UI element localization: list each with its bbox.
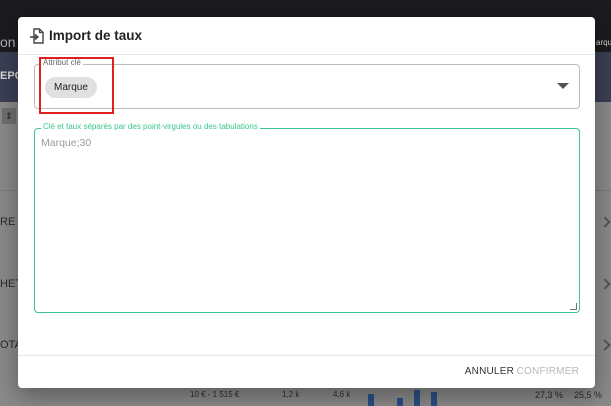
background-value: 25,5 % — [574, 390, 603, 400]
background-value: 10 € - 1 515 € — [190, 390, 240, 399]
background-value: 1,2 k — [282, 390, 300, 399]
sort-icon: ⇕ — [2, 108, 16, 124]
dialog-title: Import de taux — [49, 28, 143, 43]
background-mini-bar — [414, 390, 420, 406]
dialog-header: Import de taux — [18, 17, 595, 55]
rates-textarea[interactable] — [41, 137, 571, 307]
annotation-highlight-box — [39, 57, 114, 114]
key-attribute-select[interactable]: Attribut clé Marque — [34, 58, 580, 109]
background-title-fragment: on — [0, 34, 16, 50]
dialog-footer: ANNULER CONFIRMER — [18, 355, 595, 388]
background-value: 4,6 k — [333, 390, 351, 399]
rates-text-field: Clé et taux séparés par des point-virgul… — [34, 122, 580, 313]
background-header-fragment: arqu — [596, 38, 611, 47]
import-rates-dialog: Import de taux Attribut clé Marque Clé e… — [18, 17, 595, 388]
file-import-icon — [30, 27, 44, 44]
caret-down-icon[interactable] — [557, 83, 569, 89]
rates-text-label: Clé et taux séparés par des point-virgul… — [41, 122, 260, 131]
resize-handle-icon[interactable] — [570, 303, 577, 310]
confirm-button[interactable]: CONFIRMER — [517, 366, 579, 377]
background-mini-bar — [397, 398, 403, 406]
cancel-button[interactable]: ANNULER — [465, 366, 514, 377]
background-value: 27,3 % — [535, 390, 564, 400]
background-mini-bar — [431, 392, 437, 406]
background-mini-bar — [368, 394, 374, 406]
